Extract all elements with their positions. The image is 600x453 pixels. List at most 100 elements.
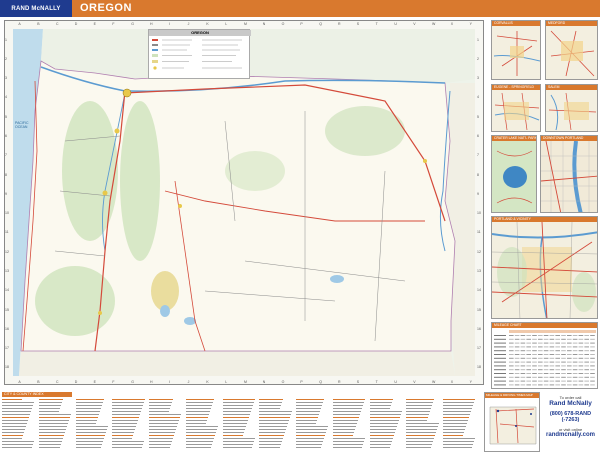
index-entry: [443, 441, 475, 442]
mileage-cell: [520, 350, 526, 352]
grid-column-label: H: [150, 22, 153, 26]
index-entry: [222, 447, 253, 448]
grid-row-label: 16: [5, 326, 9, 331]
inset-eugene-springfield[interactable]: EUGENE - SPRINGFIELD: [491, 84, 541, 132]
order-website-link[interactable]: randmcnally.com: [541, 432, 600, 438]
inset-map: [492, 141, 536, 212]
mileage-cell: [543, 361, 549, 363]
mileage-chart-title: MILEAGE CHART: [492, 323, 597, 328]
index-entry: [75, 447, 102, 448]
mileage-cell: [590, 380, 595, 382]
mileage-cell: [584, 350, 589, 352]
mileage-cell: [578, 346, 584, 348]
mileage-cell: [584, 365, 589, 367]
mileage-cell: [590, 369, 595, 371]
index-entry: [38, 423, 68, 424]
index-entry: [443, 438, 475, 439]
mileage-cell: [572, 369, 578, 371]
index-entry: [185, 432, 216, 433]
grid-column-label: T: [375, 380, 378, 384]
mileage-grid: [494, 330, 596, 386]
grid-row-label: 4: [5, 95, 7, 100]
mileage-cell: [509, 357, 514, 359]
index-column: [406, 399, 439, 451]
index-entry: [259, 432, 285, 433]
index-entry: [332, 441, 365, 442]
index-entry: [443, 402, 474, 403]
index-entry: [443, 417, 469, 418]
index-entry: [369, 399, 393, 400]
mileage-cell: [543, 346, 549, 348]
grid-row-label: 8: [477, 172, 479, 177]
index-entry: [406, 402, 433, 403]
index-entry: [112, 405, 143, 406]
mileage-cell: [526, 380, 531, 382]
grid-row-label: 14: [477, 288, 481, 293]
index-column: [332, 399, 366, 451]
index-entry: [332, 438, 366, 439]
index-entry: [296, 420, 317, 421]
grid-column-label: J: [187, 22, 190, 26]
mileage-cell: [520, 376, 526, 378]
grid-row-label: 17: [477, 346, 481, 351]
mileage-cell: [590, 365, 595, 367]
grid-row-label: 12: [5, 249, 9, 254]
grid-row-label: 9: [5, 191, 7, 196]
mileage-cell: [572, 354, 578, 355]
grid-row-label: 12: [477, 249, 481, 254]
index-entry: [332, 402, 364, 403]
index-entry: [2, 420, 28, 421]
mileage-cell: [555, 335, 560, 336]
index-entry: [296, 405, 322, 406]
mileage-cell: [584, 369, 589, 371]
grid-row-label: 6: [5, 134, 7, 139]
index-entry: [112, 423, 137, 424]
index-entry: [222, 438, 256, 439]
mileage-cell: [543, 350, 549, 352]
order-phone-digits: (-7263): [561, 417, 580, 423]
index-entry: [112, 429, 135, 430]
mileage-chart: MILEAGE CHART: [491, 322, 598, 389]
inset-medford[interactable]: MEDFORD: [545, 20, 598, 80]
mileage-cell: [526, 354, 531, 355]
grid-column-label: E: [93, 22, 96, 26]
index-entry: [259, 441, 282, 442]
mileage-cell: [543, 384, 549, 386]
inset-downtown-portland[interactable]: DOWNTOWN PORTLAND: [540, 135, 598, 213]
mileage-cell: [567, 384, 572, 386]
mileage-cell: [543, 342, 549, 344]
inset-crater-lake[interactable]: CRATER LAKE NAT'L PARK: [491, 135, 537, 213]
mileage-row-label: [494, 346, 506, 348]
mileage-cell: [526, 350, 531, 352]
mileage-row-label: [494, 373, 506, 374]
index-entry: [75, 444, 103, 445]
grid-column-label: R: [338, 22, 341, 26]
mileage-cell: [543, 369, 549, 371]
legend-title: OREGON: [149, 30, 251, 36]
index-entry: [406, 438, 434, 439]
inset-portland-vicinity[interactable]: PORTLAND & VICINITY: [491, 216, 598, 319]
grid-column-label: E: [93, 380, 96, 384]
mileage-cell: [567, 376, 572, 378]
mileage-cell: [532, 384, 537, 386]
mileage-cell: [555, 365, 560, 367]
mileage-cell: [549, 361, 555, 363]
inset-corvallis[interactable]: CORVALLIS: [491, 20, 541, 80]
index-entry: [185, 438, 215, 439]
map-title: OREGON: [80, 2, 132, 14]
mileage-cell: [543, 338, 549, 340]
inset-salem[interactable]: SALEM: [545, 84, 598, 132]
mileage-cell: [543, 354, 549, 355]
mileage-cell: [578, 384, 584, 386]
grid-column-label: D: [74, 22, 78, 26]
grid-column-label: P: [300, 380, 303, 384]
index-entry: [406, 435, 435, 436]
index-entry: [149, 399, 173, 400]
mileage-cell: [561, 373, 566, 374]
index-column: [75, 399, 109, 451]
grid-column-label: H: [150, 380, 153, 384]
index-entry: [222, 420, 248, 421]
index-entry: [149, 423, 178, 424]
index-entry: [75, 405, 102, 406]
index-title: CITY & COUNTY INDEX: [2, 392, 72, 397]
